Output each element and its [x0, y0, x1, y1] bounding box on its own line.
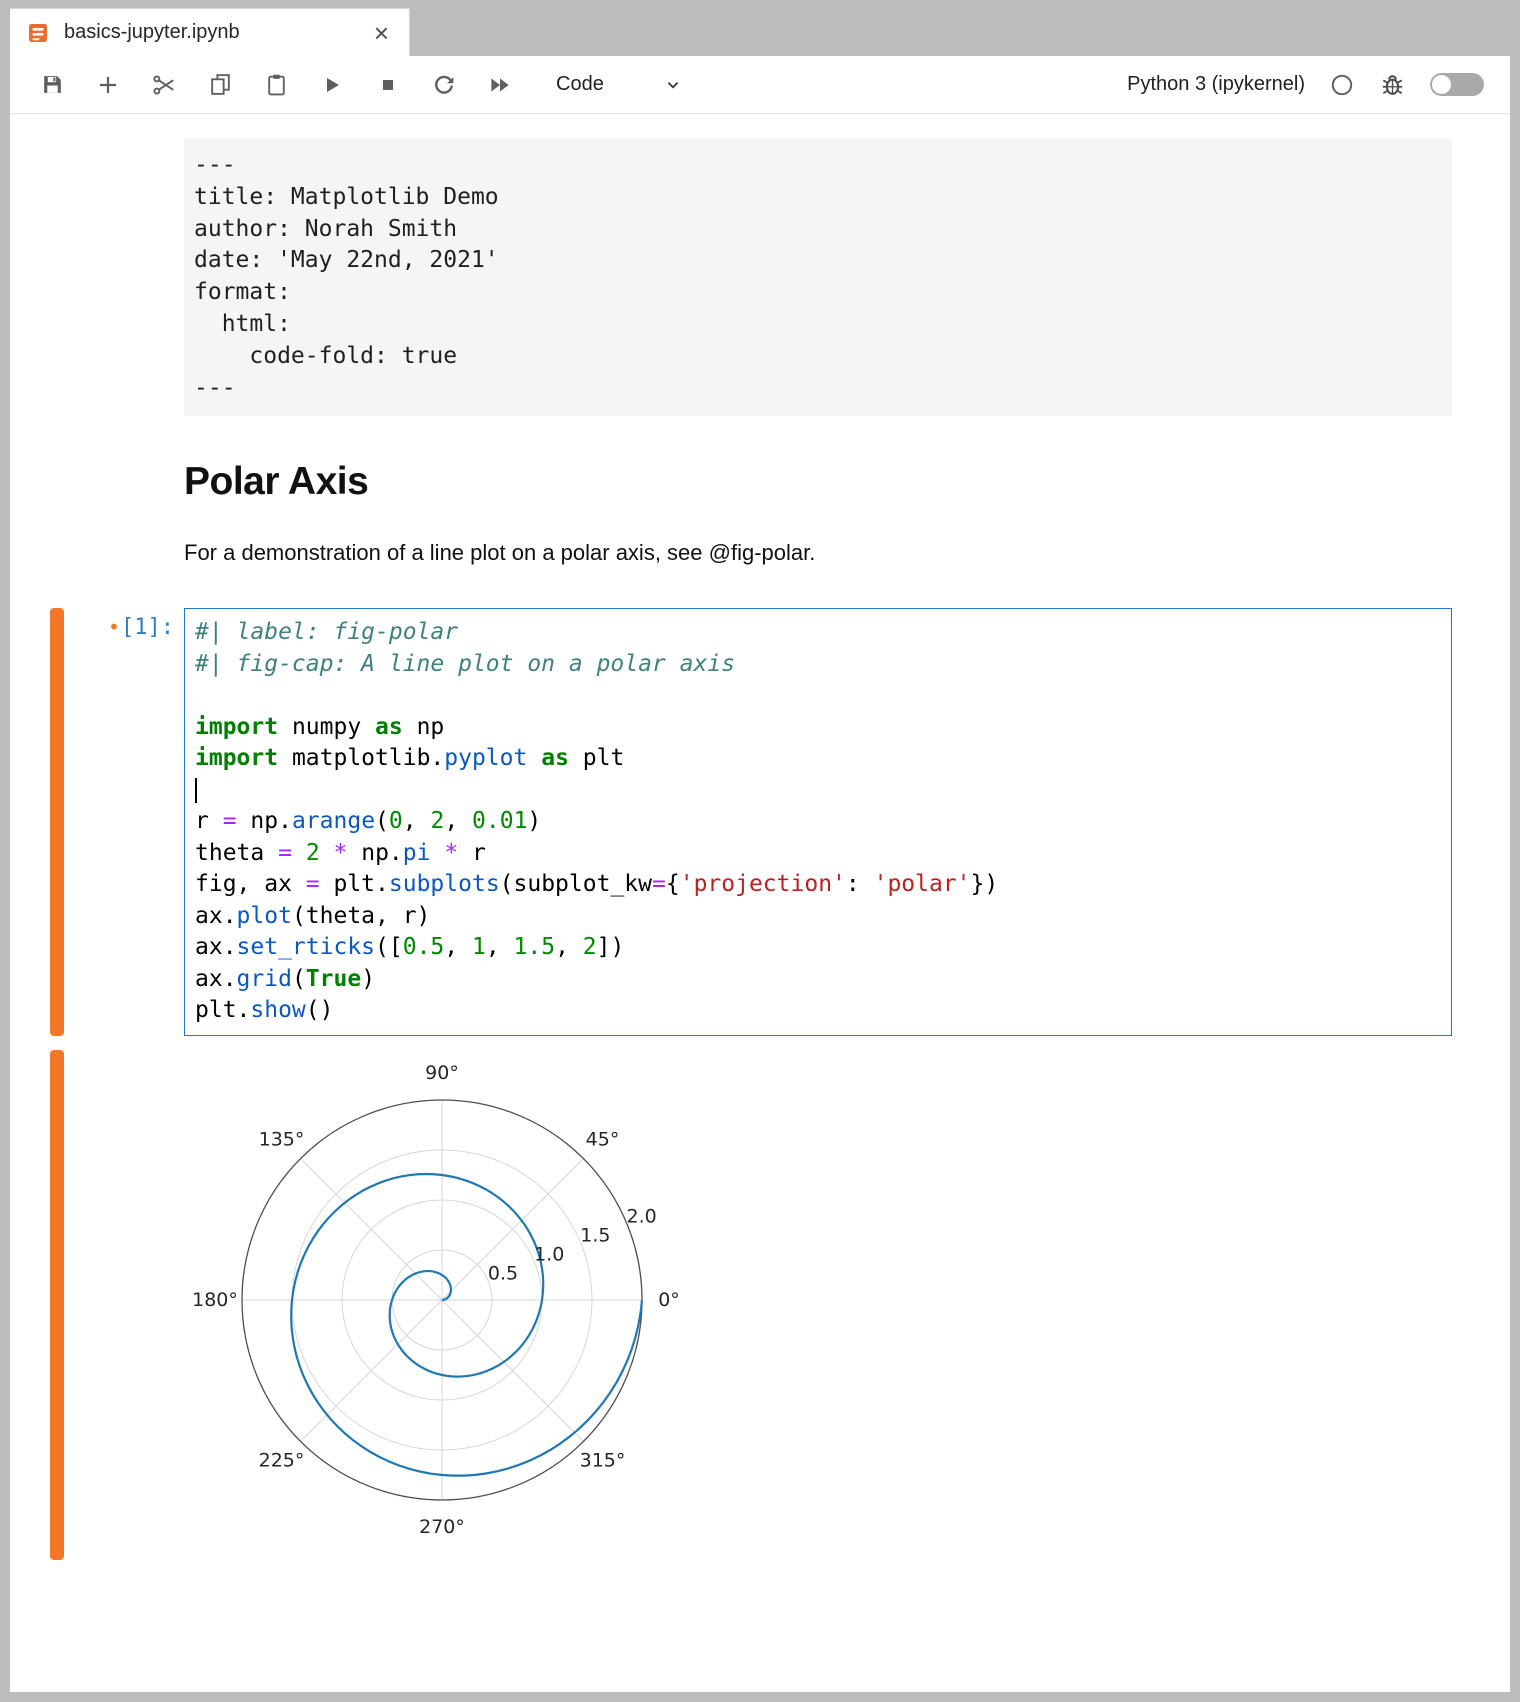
notebook-content: --- title: Matplotlib Demo author: Norah…	[10, 114, 1510, 1560]
svg-text:180°: 180°	[192, 1289, 238, 1311]
scissors-icon	[151, 72, 177, 98]
tab-title: basics-jupyter.ipynb	[64, 21, 370, 44]
section-heading: Polar Axis	[184, 460, 1452, 504]
notebook-tab[interactable]: basics-jupyter.ipynb ×	[10, 8, 410, 56]
markdown-cell: Polar Axis For a demonstration of a line…	[10, 416, 1510, 566]
markdown-cell-prompt	[64, 416, 184, 566]
raw-cell-content[interactable]: --- title: Matplotlib Demo author: Norah…	[184, 138, 1452, 416]
copy-cells-button[interactable]	[204, 69, 236, 101]
section-paragraph: For a demonstration of a line plot on a …	[184, 540, 1452, 566]
notebook-file-icon	[26, 21, 50, 45]
run-cell-button[interactable]	[316, 69, 348, 101]
raw-cell-collapser[interactable]	[50, 138, 64, 416]
close-tab-icon[interactable]: ×	[370, 20, 393, 46]
polar-plot-svg: 0° 45° 90° 135° 180° 225° 270° 315° 0.5 1.0 1.5 2.0	[192, 1050, 712, 1555]
chevron-down-icon	[662, 74, 684, 96]
save-button[interactable]	[36, 69, 68, 101]
stop-icon	[376, 73, 400, 97]
execution-prompt: •[1]:	[64, 608, 184, 1036]
svg-text:225°: 225°	[259, 1449, 305, 1471]
raw-cell-prompt	[64, 138, 184, 416]
raw-cell: --- title: Matplotlib Demo author: Norah…	[10, 138, 1510, 416]
restart-icon	[431, 72, 457, 98]
execution-count: [1]:	[121, 615, 174, 640]
toggle-knob	[1432, 75, 1451, 94]
kernel-name[interactable]: Python 3 (ipykernel)	[1127, 73, 1305, 96]
copy-icon	[208, 72, 233, 97]
cut-cells-button[interactable]	[148, 69, 180, 101]
svg-text:1.5: 1.5	[580, 1224, 610, 1246]
output-cell: 0° 45° 90° 135° 180° 225° 270° 315° 0.5 1.0 1.5 2.0	[10, 1050, 1510, 1560]
code-editor[interactable]: #| label: fig-polar#| fig-cap: A line pl…	[184, 608, 1452, 1036]
insert-cell-button[interactable]	[92, 69, 124, 101]
svg-text:270°: 270°	[419, 1516, 465, 1538]
notebook-window: Code Python 3 (ipykernel)	[10, 56, 1510, 1692]
restart-run-all-button[interactable]	[484, 69, 516, 101]
code-cell: •[1]: #| label: fig-polar#| fig-cap: A l…	[10, 608, 1510, 1036]
plus-icon	[96, 73, 120, 97]
markdown-cell-collapser[interactable]	[50, 416, 64, 566]
polar-plot-figure: 0° 45° 90° 135° 180° 225° 270° 315° 0.5 1.0 1.5 2.0	[192, 1050, 1452, 1560]
debugger-bug-icon[interactable]	[1379, 71, 1406, 98]
interface-toggle[interactable]	[1430, 73, 1484, 96]
svg-text:90°: 90°	[425, 1062, 459, 1084]
interrupt-kernel-button[interactable]	[372, 69, 404, 101]
execution-bullet: •	[108, 615, 120, 639]
paste-cells-button[interactable]	[260, 69, 292, 101]
cell-type-select[interactable]: Code	[556, 73, 684, 96]
fast-forward-icon	[487, 72, 513, 98]
cell-type-value: Code	[556, 73, 604, 96]
svg-text:315°: 315°	[580, 1449, 626, 1471]
save-icon	[40, 72, 65, 97]
svg-text:0°: 0°	[658, 1289, 680, 1311]
svg-text:0.5: 0.5	[488, 1263, 518, 1285]
code-cell-collapser[interactable]	[50, 608, 64, 1036]
svg-text:45°: 45°	[586, 1128, 620, 1150]
svg-text:135°: 135°	[259, 1128, 305, 1150]
kernel-status-icon	[1329, 72, 1355, 98]
markdown-rendered[interactable]: Polar Axis For a demonstration of a line…	[184, 416, 1452, 566]
notebook-toolbar: Code Python 3 (ipykernel)	[10, 56, 1510, 114]
output-prompt	[64, 1050, 184, 1560]
tab-strip: basics-jupyter.ipynb ×	[0, 0, 1520, 56]
svg-text:2.0: 2.0	[626, 1205, 656, 1227]
output-collapser[interactable]	[50, 1050, 64, 1560]
svg-text:1.0: 1.0	[534, 1243, 564, 1265]
restart-kernel-button[interactable]	[428, 69, 460, 101]
paste-icon	[264, 72, 289, 97]
run-icon	[320, 73, 344, 97]
